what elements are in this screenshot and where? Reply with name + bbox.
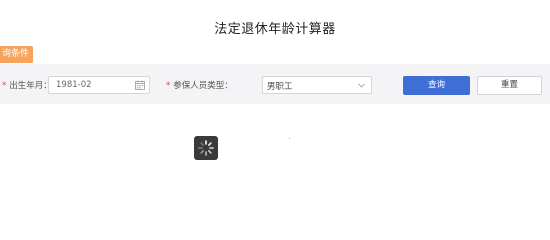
required-mark: * (166, 81, 171, 91)
loading-spinner-icon (198, 140, 214, 156)
required-mark: * (2, 81, 7, 91)
birth-date-input[interactable]: 1981-02 (48, 76, 150, 94)
birth-date-label-text: 出生年月： (9, 81, 52, 91)
insured-type-label: * 参保人员类型： (166, 80, 233, 92)
chevron-down-icon (358, 83, 365, 88)
birth-date-label: * 出生年月： (2, 80, 52, 92)
calendar-icon[interactable] (135, 80, 145, 90)
insured-type-label-text: 参保人员类型： (173, 81, 233, 91)
insured-type-select[interactable]: 男职工 (262, 76, 372, 94)
insured-type-value: 男职工 (267, 82, 293, 92)
query-button[interactable]: 查询 (403, 76, 470, 95)
reset-button[interactable]: 重置 (477, 76, 542, 95)
page-title: 法定退休年龄计算器 (214, 22, 336, 37)
query-conditions-tag: 询条件 (0, 46, 34, 63)
decorative-dot (289, 138, 290, 139)
loading-indicator (194, 136, 218, 160)
birth-date-value: 1981-02 (56, 80, 92, 90)
